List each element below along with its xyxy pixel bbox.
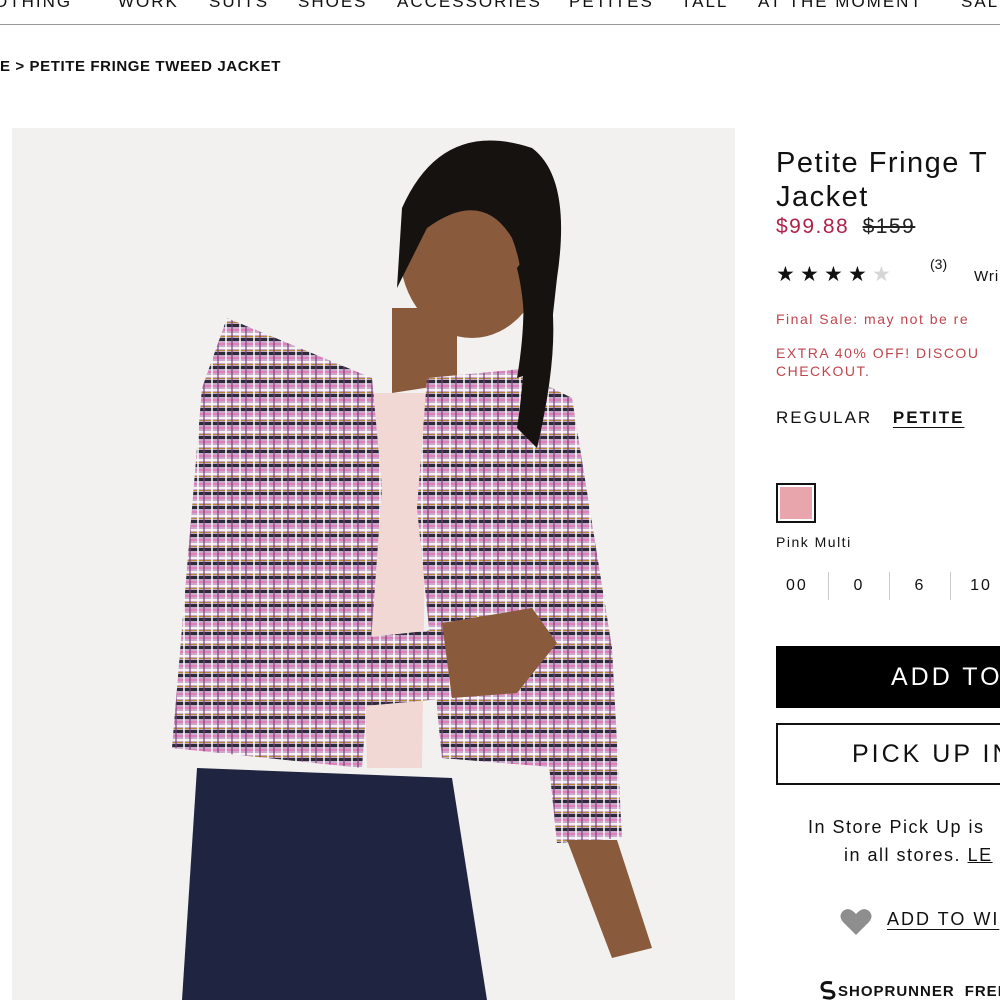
fit-option-petite[interactable]: PETITE — [893, 408, 965, 428]
nav-shoes[interactable]: SHOES — [298, 0, 368, 12]
size-option[interactable]: 6 — [889, 572, 950, 600]
sale-price: $99.88 — [776, 215, 850, 238]
learn-more-link[interactable]: LE — [968, 845, 993, 865]
nav-suits[interactable]: SUITS — [209, 0, 269, 12]
product-title: Petite Fringe T Jacket — [776, 146, 1000, 214]
star-icon: ★ — [776, 263, 795, 286]
review-count[interactable]: (3) — [930, 256, 947, 272]
star-icon: ★ — [824, 263, 843, 286]
star-icon: ★ — [848, 263, 867, 286]
nav-accessories[interactable]: ACCESSORIES — [397, 0, 542, 12]
breadcrumb: E > PETITE FRINGE TWEED JACKET — [0, 58, 281, 75]
shoprunner-banner[interactable]: SHOPRUNNER FREE — [818, 980, 1000, 1004]
heart-icon — [840, 908, 872, 941]
size-option[interactable]: 00 — [776, 572, 828, 600]
size-option[interactable]: 10 — [950, 572, 1000, 600]
product-title-line-2: Jacket — [776, 181, 869, 213]
promo-notice: EXTRA 40% OFF! DISCOU CHECKOUT. — [776, 344, 979, 380]
price: $99.88 $159 — [776, 215, 915, 239]
nav-tall[interactable]: TALL — [681, 0, 728, 12]
add-to-bag-button[interactable]: ADD TO — [776, 646, 1000, 708]
nav-clothing[interactable]: OTHING — [0, 0, 72, 12]
size-option[interactable]: 0 — [828, 572, 889, 600]
original-price: $159 — [862, 215, 916, 238]
final-sale-notice: Final Sale: may not be re — [776, 311, 970, 327]
product-title-line-1: Petite Fringe T — [776, 147, 989, 179]
pickup-info-text: in all stores. — [844, 845, 962, 865]
star-empty-icon: ★ — [872, 263, 891, 286]
write-review-link[interactable]: Wri — [974, 268, 999, 285]
rating[interactable]: ★ ★ ★ ★ ★ (3) Wri — [776, 256, 998, 287]
add-to-wishlist-label[interactable]: ADD TO WI — [887, 909, 999, 930]
nav-sale[interactable]: SAL — [961, 0, 999, 12]
nav-petites[interactable]: PETITES — [569, 0, 654, 12]
shoprunner-brand: SHOPRUNNER — [838, 982, 955, 1000]
fit-option-regular[interactable]: REGULAR — [776, 408, 872, 428]
pickup-info: In Store Pick Up is in all stores. LE — [776, 813, 993, 869]
color-swatch[interactable] — [776, 483, 816, 523]
product-image[interactable] — [12, 128, 735, 1000]
shoprunner-free: FREE — [964, 982, 1000, 1000]
size-selector: 00 0 6 10 — [776, 572, 1000, 600]
breadcrumb-current: PETITE FRINGE TWEED JACKET — [29, 58, 281, 75]
nav-work[interactable]: WORK — [118, 0, 179, 12]
fit-selector: REGULAR PETITE — [776, 408, 964, 428]
pickup-info-line-1: In Store Pick Up is — [808, 817, 985, 837]
promo-line-1: EXTRA 40% OFF! DISCOU — [776, 345, 980, 361]
nav-at-the-moment[interactable]: AT THE MOMENT — [758, 0, 923, 12]
model-wearing-jacket-illustration — [172, 140, 652, 1000]
breadcrumb-parent-link[interactable]: E > — [0, 58, 25, 75]
color-swatch-fill — [780, 487, 812, 519]
star-icon: ★ — [800, 263, 819, 286]
top-navigation: OTHING WORK SUITS SHOES ACCESSORIES PETI… — [0, 0, 1000, 25]
shoprunner-logo-icon — [818, 980, 838, 1004]
pickup-info-line-2: in all stores. LE — [776, 841, 993, 869]
pick-up-in-store-button[interactable]: PICK UP IN — [776, 723, 1000, 785]
promo-line-2: CHECKOUT. — [776, 363, 871, 379]
color-name: Pink Multi — [776, 534, 852, 550]
